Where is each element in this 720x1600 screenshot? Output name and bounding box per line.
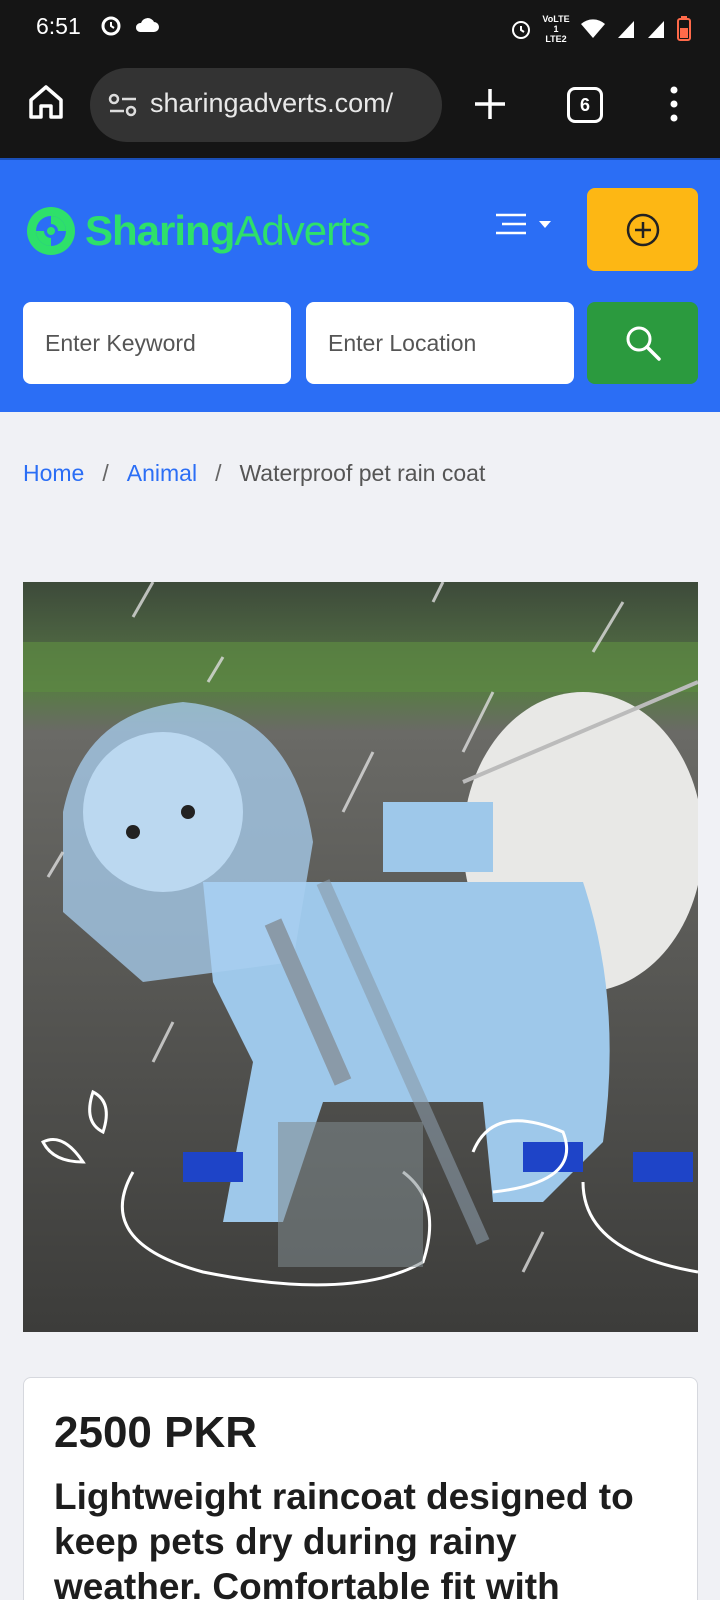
listing-price: 2500 PKR (54, 1408, 258, 1457)
url-text: sharingadverts.com/ (150, 88, 394, 118)
breadcrumb: Home / Animal / Waterproof pet rain coat (23, 460, 485, 487)
alarm-icon (101, 16, 121, 36)
breadcrumb-home[interactable]: Home (23, 460, 84, 487)
post-ad-button[interactable] (587, 188, 698, 271)
address-bar[interactable]: sharingadverts.com/ (90, 68, 442, 142)
site-settings-icon[interactable] (108, 92, 138, 118)
breadcrumb-category[interactable]: Animal (127, 460, 197, 487)
site-header: SharingAdverts (0, 158, 720, 412)
listing-details-card: 2500 PKR Lightweight raincoat designed t… (23, 1377, 698, 1600)
browser-toolbar: sharingadverts.com/ 6 (0, 52, 720, 158)
home-icon[interactable] (26, 82, 66, 122)
wifi-icon (581, 19, 605, 38)
search-button[interactable] (587, 302, 698, 384)
breadcrumb-separator: / (102, 460, 109, 486)
battery-icon (677, 16, 691, 41)
breadcrumb-current: Waterproof pet rain coat (239, 460, 486, 486)
signal-icon (618, 21, 634, 38)
lte-indicator: VoLTE 1 LTE2 (542, 14, 570, 44)
site-logo[interactable]: SharingAdverts (25, 194, 371, 268)
keyword-input[interactable] (23, 302, 291, 384)
logo-mark-icon (27, 207, 75, 255)
logo-text-bold: Sharing (85, 207, 235, 254)
cloud-icon (135, 18, 159, 32)
new-tab-icon[interactable] (470, 84, 510, 124)
location-input[interactable] (306, 302, 574, 384)
listing-image[interactable] (23, 582, 698, 1332)
breadcrumb-separator: / (215, 460, 222, 486)
search-icon (626, 326, 661, 361)
tab-switcher-button[interactable]: 6 (567, 87, 603, 123)
caret-down-icon (539, 221, 551, 228)
logo-text-light: Adverts (234, 207, 370, 254)
alarm-icon (512, 21, 530, 39)
plus-circle-icon (626, 213, 659, 246)
signal-icon (648, 21, 664, 38)
logo-text: SharingAdverts (85, 207, 371, 255)
nav-menu-toggle[interactable] (494, 212, 552, 236)
listing-description: Lightweight raincoat designed to keep pe… (54, 1476, 634, 1600)
hamburger-icon (496, 213, 526, 235)
status-bar: 6:51 VoLTE 1 LTE2 (0, 0, 720, 52)
status-time: 6:51 (36, 13, 81, 39)
more-menu-icon[interactable] (664, 84, 684, 124)
